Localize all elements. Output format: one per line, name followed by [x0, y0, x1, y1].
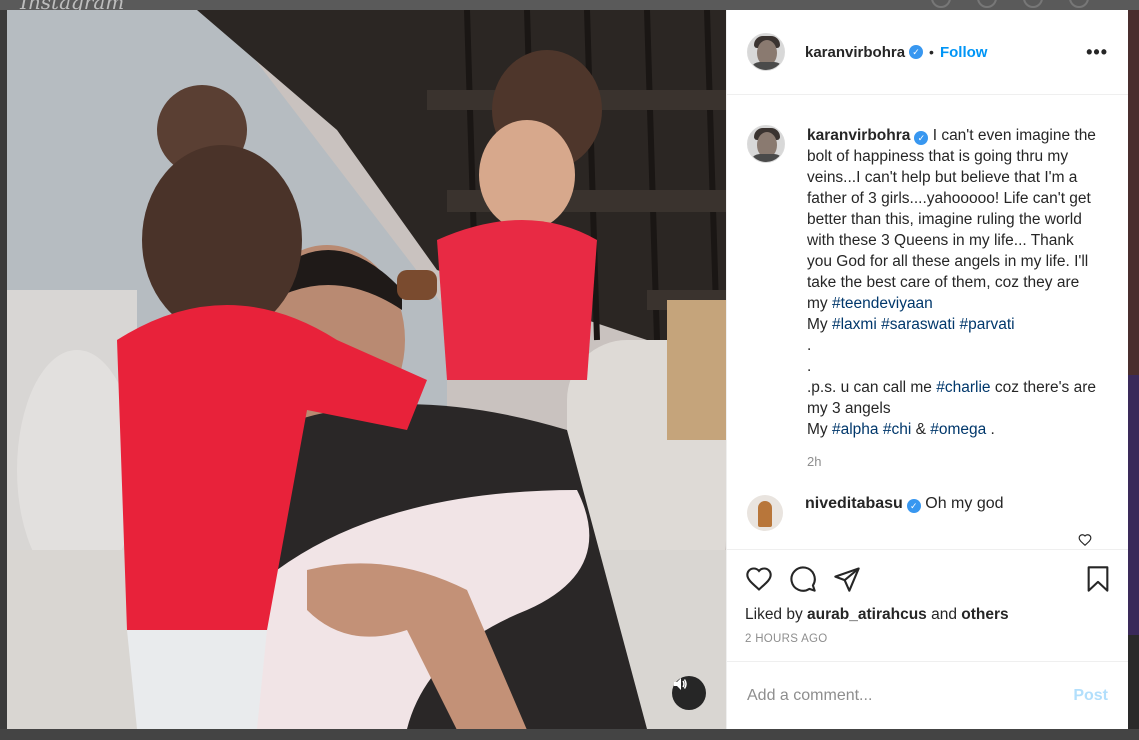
bookmark-icon — [1087, 566, 1109, 592]
caption-segment: . — [986, 421, 995, 438]
hashtag-link[interactable]: #chi — [883, 421, 911, 438]
caption-username[interactable]: karanvirbohra — [807, 127, 910, 144]
background-page: Instagram — [0, 0, 1139, 14]
verified-icon: ✓ — [906, 499, 921, 513]
share-icon — [834, 567, 860, 592]
hashtag-link[interactable]: #teendeviyaan — [832, 295, 933, 312]
comment-icon — [790, 566, 816, 592]
background-overlay-right — [1128, 10, 1139, 730]
caption-segment: My — [807, 316, 828, 333]
comment-text: niveditabasu ✓ Oh my god — [805, 495, 1004, 513]
author-username[interactable]: karanvirbohra — [805, 44, 905, 61]
save-button[interactable] — [1084, 565, 1112, 593]
comment-like-button[interactable] — [1078, 533, 1092, 549]
likes-user[interactable]: aurab_atirahcus — [807, 606, 927, 623]
follow-button[interactable]: Follow — [940, 44, 988, 61]
caption-segment: . . .p.s. u can call me — [807, 337, 932, 396]
hashtag-link[interactable]: #laxmi — [832, 316, 877, 333]
heart-icon — [1078, 534, 1092, 547]
like-button[interactable] — [745, 565, 773, 593]
comment-content: Oh my god — [925, 495, 1004, 512]
caption: karanvirbohra ✓ I can't even imagine the … — [747, 125, 1108, 440]
caption-segment: & — [911, 421, 931, 438]
author-avatar[interactable] — [747, 33, 785, 71]
post-header: karanvirbohra ✓ • Follow ••• — [727, 10, 1128, 95]
volume-icon — [674, 678, 687, 690]
post-timestamp[interactable]: 2 HOURS AGO — [745, 633, 1112, 645]
comment-input[interactable] — [747, 686, 1074, 705]
comment-item: niveditabasu ✓ Oh my god — [747, 495, 1108, 531]
comment-button[interactable] — [789, 565, 817, 593]
hashtag-link[interactable]: #omega — [930, 421, 986, 438]
caption-text: karanvirbohra ✓ I can't even imagine the … — [807, 125, 1103, 440]
caption-avatar[interactable] — [747, 125, 785, 163]
background-overlay-bottom — [0, 729, 1139, 740]
post-comment-button[interactable]: Post — [1073, 687, 1108, 705]
verified-icon: ✓ — [914, 131, 929, 145]
video-frame — [7, 10, 726, 729]
hashtag-link[interactable]: #charlie — [936, 379, 990, 396]
hashtag-link[interactable]: #saraswati — [881, 316, 955, 333]
hashtag-link[interactable]: #alpha — [832, 421, 879, 438]
background-nav-icons — [931, 0, 1089, 8]
more-icon[interactable]: ••• — [1086, 42, 1108, 63]
verified-icon: ✓ — [909, 45, 924, 59]
post-side-panel: karanvirbohra ✓ • Follow ••• karanvirboh… — [726, 10, 1128, 729]
commenter-avatar[interactable] — [747, 495, 783, 531]
likes-others[interactable]: others — [961, 606, 1008, 623]
caption-time[interactable]: 2h — [807, 454, 1108, 469]
post-actions-area: Liked by aurab_atirahcus and others 2 HO… — [727, 549, 1128, 661]
heart-icon — [746, 567, 772, 591]
hashtag-link[interactable]: #parvati — [959, 316, 1014, 333]
post-modal: karanvirbohra ✓ • Follow ••• karanvirboh… — [7, 10, 1128, 729]
share-button[interactable] — [833, 565, 861, 593]
caption-segment: I can't even imagine the bolt of happine… — [807, 127, 1096, 312]
likes-summary: Liked by aurab_atirahcus and others — [745, 606, 1112, 624]
add-comment-bar: Post — [727, 661, 1128, 729]
caption-content: I can't even imagine the bolt of happine… — [807, 127, 1096, 438]
comments-list[interactable]: karanvirbohra ✓ I can't even imagine the … — [727, 95, 1128, 549]
commenter-username[interactable]: niveditabasu — [805, 495, 903, 512]
volume-button[interactable] — [672, 676, 706, 710]
post-video[interactable] — [7, 10, 726, 729]
likes-prefix: Liked by — [745, 606, 808, 623]
separator-dot: • — [929, 44, 934, 60]
likes-mid: and — [926, 606, 962, 623]
action-bar — [745, 564, 1112, 594]
